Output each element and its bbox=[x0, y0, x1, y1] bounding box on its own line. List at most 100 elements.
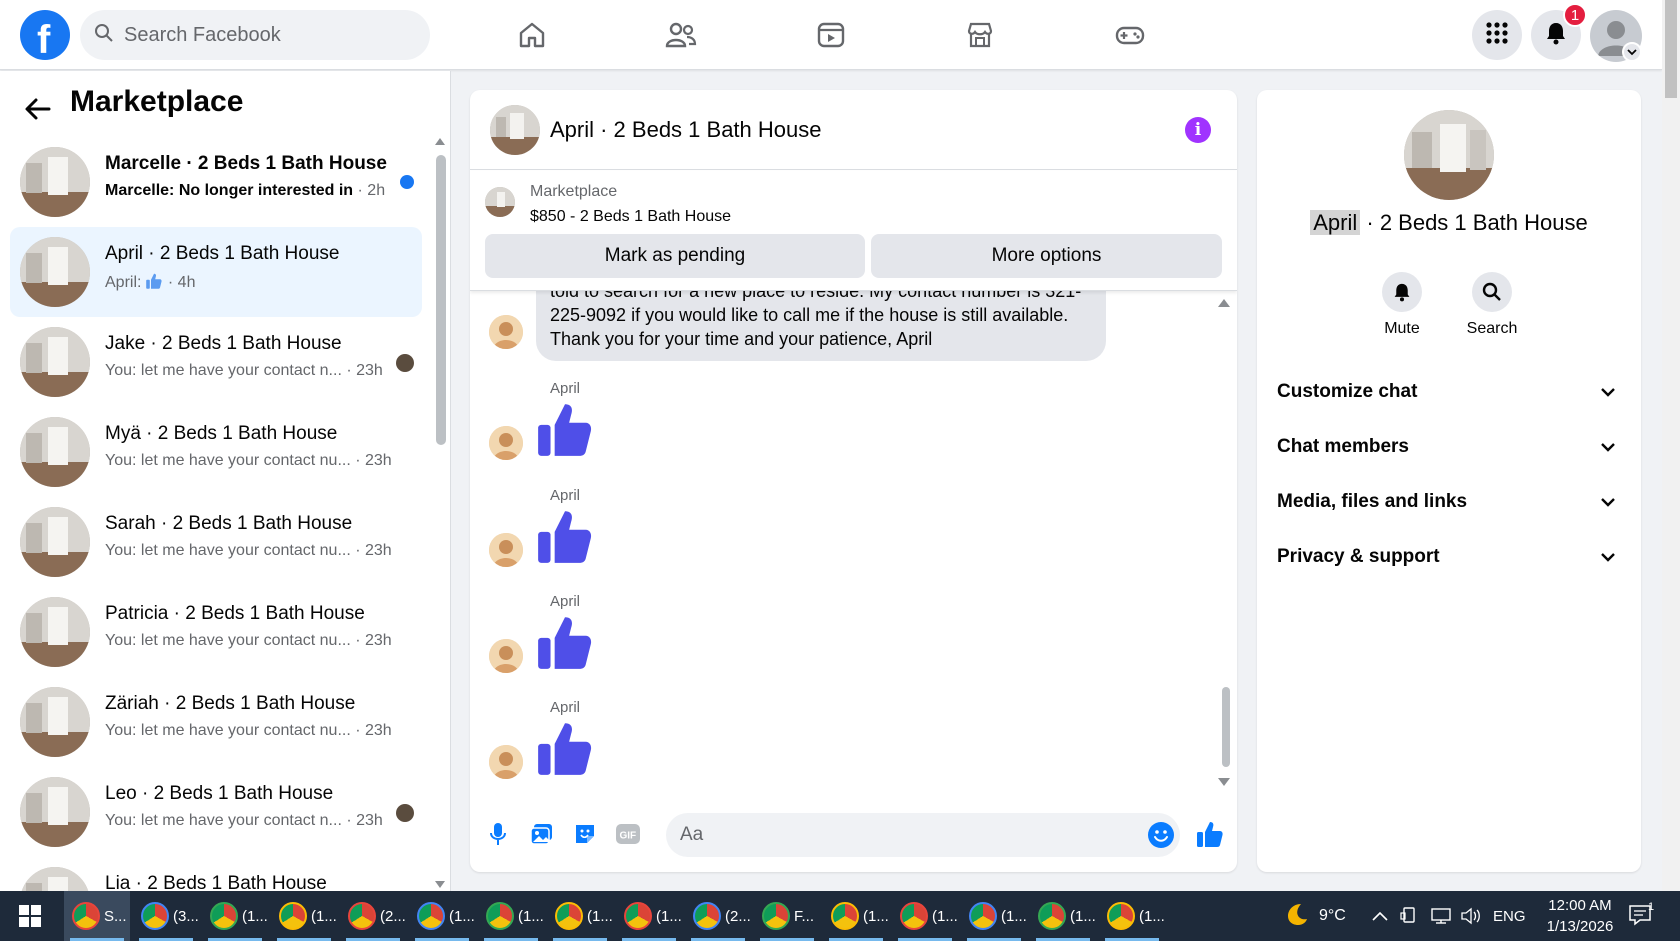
gaming-icon[interactable] bbox=[1108, 14, 1152, 56]
taskbar-app[interactable]: (2... bbox=[340, 891, 406, 941]
friends-icon[interactable] bbox=[659, 14, 703, 56]
windows-start-icon[interactable] bbox=[0, 891, 60, 941]
seen-avatar bbox=[396, 804, 414, 822]
mute-label: Mute bbox=[1384, 320, 1420, 337]
search-box[interactable] bbox=[80, 10, 430, 60]
media-files-links-section[interactable]: Media, files and links bbox=[1267, 479, 1631, 525]
taskbar-app[interactable]: (1... bbox=[409, 891, 475, 941]
taskbar-app[interactable]: (1... bbox=[961, 891, 1027, 941]
tray-expand-icon[interactable] bbox=[1372, 891, 1388, 941]
conversation-name: Patricia · 2 Beds 1 Bath House bbox=[105, 603, 365, 624]
message-bubble[interactable]: told to search for a new place to reside… bbox=[536, 291, 1106, 361]
thumbs-up-message[interactable] bbox=[534, 717, 596, 779]
clock-time: 12:00 AM bbox=[1548, 897, 1612, 914]
privacy-support-section[interactable]: Privacy & support bbox=[1267, 534, 1631, 580]
more-options-button[interactable]: More options bbox=[871, 234, 1222, 278]
chat-title[interactable]: April · 2 Beds 1 Bath House bbox=[550, 117, 821, 143]
gif-icon[interactable]: GIF bbox=[614, 820, 642, 848]
conversation-item[interactable]: Jake · 2 Beds 1 Bath House You: let me ha… bbox=[10, 317, 422, 407]
conversation-name: Myä · 2 Beds 1 Bath House bbox=[105, 423, 338, 444]
conversation-name: April · 2 Beds 1 Bath House bbox=[105, 243, 340, 264]
chat-members-section[interactable]: Chat members bbox=[1267, 424, 1631, 470]
info-icon[interactable]: i bbox=[1185, 117, 1211, 143]
conversation-item[interactable]: April · 2 Beds 1 Bath House April: · 4h bbox=[10, 227, 422, 317]
conversation-scrollbar-thumb[interactable] bbox=[436, 155, 446, 445]
page-scrollbar[interactable] bbox=[1662, 0, 1680, 891]
top-navigation-bar: f 1 bbox=[0, 0, 1662, 70]
taskbar-app[interactable]: (3... bbox=[133, 891, 199, 941]
customize-chat-section[interactable]: Customize chat bbox=[1267, 369, 1631, 415]
listing-price[interactable]: $850 - 2 Beds 1 Bath House bbox=[530, 208, 731, 226]
taskbar-app[interactable]: (1... bbox=[478, 891, 544, 941]
conversation-time: · 23h bbox=[346, 812, 383, 829]
message-input[interactable] bbox=[666, 813, 1180, 857]
marketplace-icon[interactable] bbox=[958, 14, 1002, 56]
conversation-item[interactable]: Lia · 2 Beds 1 Bath House bbox=[10, 857, 422, 891]
system-clock[interactable]: 12:00 AM 1/13/2026 bbox=[1535, 895, 1625, 937]
taskbar-app[interactable]: (2... bbox=[685, 891, 751, 941]
page-scrollbar-thumb[interactable] bbox=[1665, 0, 1677, 98]
network-icon[interactable] bbox=[1430, 891, 1452, 941]
language-indicator[interactable]: ENG bbox=[1493, 891, 1526, 941]
taskbar-app[interactable]: F... bbox=[754, 891, 820, 941]
taskbar-app-label: (2... bbox=[380, 907, 406, 925]
conversation-name: Sarah · 2 Beds 1 Bath House bbox=[105, 513, 353, 534]
search-input[interactable] bbox=[124, 23, 414, 47]
conversation-item[interactable]: Myä · 2 Beds 1 Bath House You: let me hav… bbox=[10, 407, 422, 497]
back-arrow-icon[interactable] bbox=[24, 95, 56, 127]
sender-avatar[interactable] bbox=[489, 745, 523, 779]
taskbar-app[interactable]: (1... bbox=[1030, 891, 1096, 941]
sender-avatar[interactable] bbox=[489, 639, 523, 673]
chrome-icon bbox=[279, 902, 307, 930]
mute-button[interactable]: Mute bbox=[1362, 272, 1442, 338]
home-icon[interactable] bbox=[510, 14, 554, 56]
conversation-preview-text: You: let me have your contact n... bbox=[105, 812, 342, 829]
volume-icon[interactable] bbox=[1460, 891, 1482, 941]
conversation-name: Lia · 2 Beds 1 Bath House bbox=[105, 873, 327, 891]
sticker-icon[interactable] bbox=[571, 820, 599, 848]
page-title: Marketplace bbox=[70, 85, 244, 118]
section-label: Customize chat bbox=[1277, 381, 1418, 402]
conversation-item[interactable]: Patricia · 2 Beds 1 Bath House You: let m… bbox=[10, 587, 422, 677]
taskbar-app[interactable]: (1... bbox=[823, 891, 889, 941]
listing-photo[interactable] bbox=[1404, 110, 1494, 200]
taskbar-app[interactable]: (1... bbox=[547, 891, 613, 941]
thumbs-up-message[interactable] bbox=[534, 505, 596, 567]
menu-grid-button[interactable] bbox=[1472, 10, 1522, 60]
chat-scrollbar-thumb[interactable] bbox=[1222, 687, 1230, 767]
account-chevron-icon[interactable] bbox=[1622, 42, 1642, 62]
facebook-logo[interactable]: f bbox=[20, 10, 70, 60]
emoji-icon[interactable] bbox=[1148, 822, 1174, 848]
taskbar-app[interactable]: (1... bbox=[271, 891, 337, 941]
chat-scroll-down-icon[interactable] bbox=[1218, 778, 1230, 787]
photo-icon[interactable] bbox=[528, 820, 556, 848]
weather-widget[interactable]: 9°C bbox=[1283, 891, 1346, 941]
sender-avatar[interactable] bbox=[489, 533, 523, 567]
sender-avatar[interactable] bbox=[489, 426, 523, 460]
microphone-icon[interactable] bbox=[484, 820, 512, 848]
conversation-item[interactable]: Zäriah · 2 Beds 1 Bath House You: let me … bbox=[10, 677, 422, 767]
listing-avatar[interactable] bbox=[490, 105, 540, 155]
send-like-icon[interactable] bbox=[1195, 819, 1225, 849]
action-center-icon[interactable] bbox=[1628, 891, 1656, 941]
thumbs-up-message[interactable] bbox=[534, 398, 596, 460]
taskbar-app[interactable]: (1... bbox=[892, 891, 958, 941]
taskbar-app[interactable]: S... bbox=[64, 891, 130, 941]
search-in-chat-button[interactable]: Search bbox=[1452, 272, 1532, 338]
thumbs-up-message[interactable] bbox=[534, 611, 596, 673]
mark-as-pending-button[interactable]: Mark as pending bbox=[485, 234, 865, 278]
conversation-item[interactable]: Sarah · 2 Beds 1 Bath House You: let me h… bbox=[10, 497, 422, 587]
device-icon[interactable] bbox=[1400, 891, 1418, 941]
clock-date: 1/13/2026 bbox=[1546, 918, 1614, 935]
taskbar-app[interactable]: (1... bbox=[202, 891, 268, 941]
listing-thumbnail[interactable] bbox=[485, 187, 515, 217]
conversation-avatar bbox=[20, 147, 90, 217]
conversation-item[interactable]: Marcelle · 2 Beds 1 Bath House Marcelle: … bbox=[10, 137, 422, 227]
sender-avatar[interactable] bbox=[489, 315, 523, 349]
watch-icon[interactable] bbox=[809, 14, 853, 56]
chat-scroll-up-icon[interactable] bbox=[1218, 298, 1230, 307]
taskbar-app[interactable]: (1... bbox=[1099, 891, 1165, 941]
taskbar-app-label: (1... bbox=[449, 907, 475, 925]
conversation-item[interactable]: Leo · 2 Beds 1 Bath House You: let me hav… bbox=[10, 767, 422, 857]
taskbar-app[interactable]: (1... bbox=[616, 891, 682, 941]
